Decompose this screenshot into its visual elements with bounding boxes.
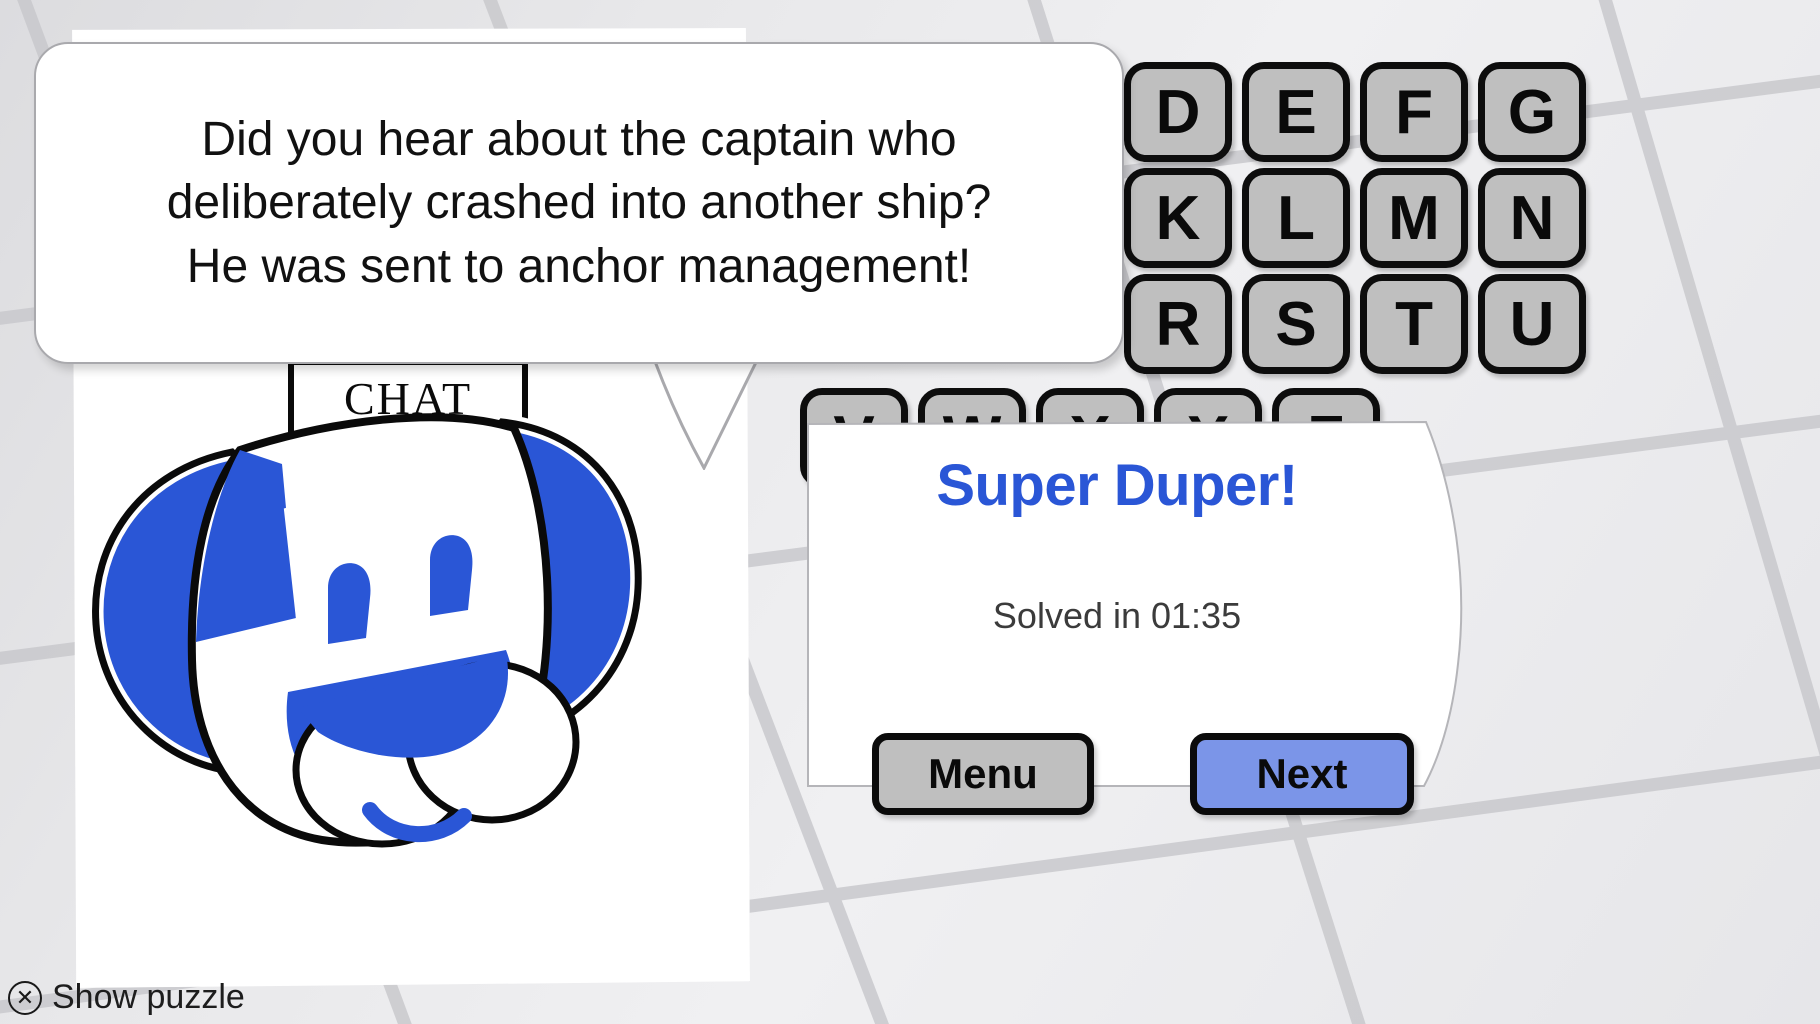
key-E[interactable]: E — [1242, 62, 1350, 162]
letter-keyboard[interactable]: D E F G K L M N R S T U — [1124, 62, 1586, 374]
key-T[interactable]: T — [1360, 274, 1468, 374]
dog-mascot-icon — [87, 413, 647, 848]
x-button-icon: ✕ — [8, 980, 42, 1015]
key-G[interactable]: G — [1478, 62, 1586, 162]
speech-bubble: Did you hear about the captain who delib… — [34, 42, 1124, 364]
key-S[interactable]: S — [1242, 274, 1350, 374]
key-K[interactable]: K — [1124, 168, 1232, 268]
key-D[interactable]: D — [1124, 62, 1232, 162]
result-subtitle: Solved in 01:35 — [992, 595, 1242, 636]
key-M[interactable]: M — [1360, 168, 1468, 268]
show-puzzle-hint[interactable]: ✕ Show puzzle — [8, 978, 245, 1017]
game-screen: D E F G K L M N R S T U V W X Y Z CHAT — [0, 0, 1820, 1024]
key-L[interactable]: L — [1242, 168, 1350, 268]
show-puzzle-label: Show puzzle — [52, 978, 245, 1016]
key-U[interactable]: U — [1478, 274, 1586, 374]
key-R[interactable]: R — [1124, 274, 1232, 374]
key-F[interactable]: F — [1360, 62, 1468, 162]
speech-bubble-text: Did you hear about the captain who delib… — [166, 112, 992, 293]
key-N[interactable]: N — [1478, 168, 1586, 268]
result-title: Super Duper! — [936, 453, 1298, 518]
menu-button[interactable]: Menu — [872, 733, 1094, 815]
next-button[interactable]: Next — [1190, 733, 1414, 815]
